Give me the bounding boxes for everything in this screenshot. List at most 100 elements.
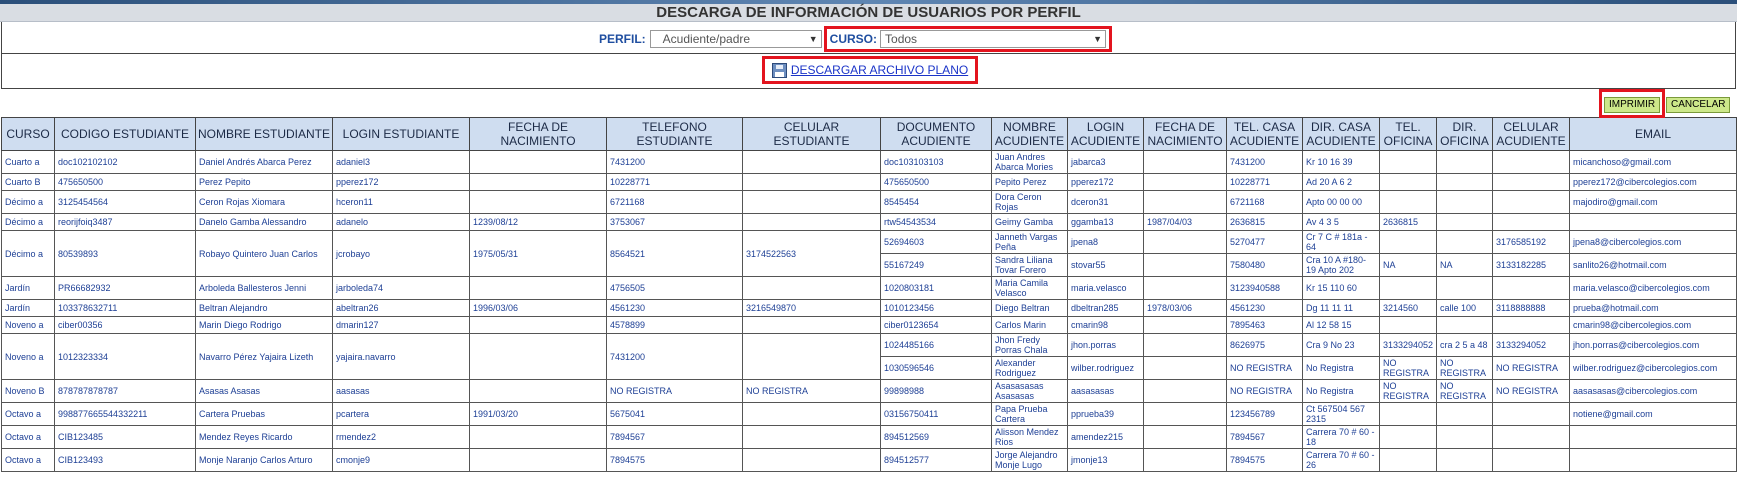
- cell-guardian-documento: 8545454: [880, 190, 992, 214]
- cell-guardian-tel_oficina: NA: [1379, 253, 1437, 277]
- cell-guardian-dir_oficina: [1436, 190, 1493, 214]
- cell-student-codigo: 475650500: [54, 173, 196, 191]
- cell-student-telefono: 10228771: [606, 173, 743, 191]
- cell-guardian-nombre: Geimy Gamba: [991, 213, 1068, 231]
- table-header-row: CURSO CODIGO ESTUDIANTE NOMBRE ESTUDIANT…: [1, 117, 1737, 151]
- cell-student-login: cmonje9: [332, 448, 470, 472]
- cell-guardian-email: pperez172@cibercolegios.com: [1569, 173, 1737, 191]
- cell-guardian-tel_casa: 123456789: [1226, 402, 1303, 426]
- cell-student-fecha: [469, 316, 607, 334]
- cell-guardian-nombre: Alexander Rodriguez: [991, 356, 1068, 380]
- cell-student-curso: Décimo a: [1, 190, 55, 214]
- header-dir-casa-acudiente: DIR. CASA ACUDIENTE: [1302, 117, 1380, 151]
- cell-student-codigo: ciber00356: [54, 316, 196, 334]
- table-row: Octavo a CIB123493 Monje Naranjo Carlos Ar…: [1, 448, 1737, 472]
- cell-student-login: jcrobayo: [332, 230, 470, 277]
- cell-student-celular: 3174522563: [742, 230, 881, 277]
- cell-guardian-nombre: Jhon Fredy Porras Chala: [991, 333, 1068, 357]
- header-login-acudiente: LOGIN ACUDIENTE: [1067, 117, 1144, 151]
- cell-guardian-fecha: [1143, 230, 1227, 254]
- header-celular-acudiente: CELULAR ACUDIENTE: [1492, 117, 1570, 151]
- cell-guardian-fecha: 1978/03/06: [1143, 299, 1227, 317]
- cell-guardian-fecha: [1143, 316, 1227, 334]
- cell-student-celular: [742, 213, 881, 231]
- cell-guardian-dir_casa: No Registra: [1302, 356, 1380, 380]
- cell-student-nombre: Arboleda Ballesteros Jenni: [195, 276, 333, 300]
- cell-guardian-tel_oficina: [1379, 276, 1437, 300]
- cell-student-celular: [742, 448, 881, 472]
- cell-guardian-dir_oficina: [1436, 402, 1493, 426]
- cell-student-codigo: 1012323334: [54, 333, 196, 380]
- cell-guardian-celular: [1492, 276, 1570, 300]
- table-row: Cuarto a doc102102102 Daniel Andrés Abarca…: [1, 150, 1737, 174]
- curso-select[interactable]: Todos ▼: [880, 30, 1107, 48]
- cell-guardian-login: pperez172: [1067, 173, 1144, 191]
- cell-guardian-celular: [1492, 425, 1570, 449]
- cell-guardian-dir_casa: Kr 10 16 39: [1302, 150, 1380, 174]
- cell-student-telefono: 7894567: [606, 425, 743, 449]
- cell-student-celular: [742, 316, 881, 334]
- cell-guardian-tel_casa: 7894567: [1226, 425, 1303, 449]
- cell-guardian-celular: 3176585192: [1492, 230, 1570, 254]
- cell-student-telefono: NO REGISTRA: [606, 379, 743, 403]
- perfil-select[interactable]: Acudiente/padre ▼: [649, 30, 822, 48]
- table-row: Décimo a reorijfoiq3487 Danelo Gamba Aless…: [1, 213, 1737, 231]
- cell-guardian-login: ggamba13: [1067, 213, 1144, 231]
- action-bar: IMPRIMIR CANCELAR: [1, 89, 1736, 118]
- cell-guardian-dir_casa: Carrera 70 # 60 - 18: [1302, 425, 1380, 449]
- cell-guardian-login: wilber.rodriguez: [1067, 356, 1144, 380]
- floppy-disk-icon[interactable]: [771, 62, 787, 78]
- header-telefono-estudiante: TELEFONO ESTUDIANTE: [606, 117, 743, 151]
- header-nombre-estudiante: NOMBRE ESTUDIANTE: [195, 117, 333, 151]
- cell-guardian-documento: 52694603: [880, 230, 992, 254]
- cell-guardian-email: jpena8@cibercolegios.com: [1569, 230, 1737, 254]
- cell-guardian-nombre: Juan Andres Abarca Mories: [991, 150, 1068, 174]
- cell-guardian-dir_casa: Carrera 70 # 60 - 26: [1302, 448, 1380, 472]
- cell-student-nombre: Cartera Pruebas: [195, 402, 333, 426]
- cell-student-curso: Jardín: [1, 276, 55, 300]
- cell-guardian-celular: NO REGISTRA: [1492, 379, 1570, 403]
- cell-guardian-email: maria.velasco@cibercolegios.com: [1569, 276, 1737, 300]
- cell-guardian-tel_oficina: NO REGISTRA: [1379, 356, 1437, 380]
- cancel-button[interactable]: CANCELAR: [1666, 97, 1731, 113]
- cell-guardian-dir_oficina: NO REGISTRA: [1436, 379, 1493, 403]
- download-plain-file-link[interactable]: DESCARGAR ARCHIVO PLANO: [791, 63, 968, 77]
- cell-guardian-login: jmonje13: [1067, 448, 1144, 472]
- cell-guardian-nombre: Asasasasas Asasasas: [991, 379, 1068, 403]
- cell-guardian-dir_casa: Ad 20 A 6 2: [1302, 173, 1380, 191]
- cell-guardian-fecha: [1143, 190, 1227, 214]
- header-tel-casa-acudiente: TEL. CASA ACUDIENTE: [1226, 117, 1303, 151]
- cell-guardian-tel_oficina: [1379, 230, 1437, 254]
- cell-student-fecha: [469, 276, 607, 300]
- cell-guardian-dir_oficina: calle 100: [1436, 299, 1493, 317]
- cell-student-curso: Jardín: [1, 299, 55, 317]
- cell-guardian-email: notiene@gmail.com: [1569, 402, 1737, 426]
- cell-guardian-tel_casa: 5270477: [1226, 230, 1303, 254]
- chevron-down-icon: ▼: [808, 34, 818, 44]
- curso-select-value: Todos: [885, 32, 918, 46]
- cell-student-curso: Noveno a: [1, 316, 55, 334]
- cell-student-codigo: 103378632711: [54, 299, 196, 317]
- cell-guardian-tel_oficina: [1379, 448, 1437, 472]
- cell-student-login: adanelo: [332, 213, 470, 231]
- cell-guardian-nombre: Pepito Perez: [991, 173, 1068, 191]
- cell-guardian-dir_casa: No Registra: [1302, 379, 1380, 403]
- cell-student-codigo: 80539893: [54, 230, 196, 277]
- cell-student-curso: Cuarto a: [1, 150, 55, 174]
- print-highlight: IMPRIMIR: [1599, 89, 1666, 118]
- cell-guardian-dir_casa: Ct 567504 567 2315: [1302, 402, 1380, 426]
- cell-student-telefono: 3753067: [606, 213, 743, 231]
- cell-guardian-documento: 1010123456: [880, 299, 992, 317]
- cell-student-fecha: [469, 448, 607, 472]
- print-button[interactable]: IMPRIMIR: [1604, 97, 1661, 113]
- cell-guardian-dir_oficina: [1436, 230, 1493, 254]
- header-email: EMAIL: [1569, 117, 1737, 151]
- cell-student-fecha: 1239/08/12: [469, 213, 607, 231]
- cell-student-login: dmarin127: [332, 316, 470, 334]
- table-row: Jardín 103378632711 Beltran Alejandro abelt…: [1, 299, 1737, 317]
- cell-guardian-fecha: [1143, 276, 1227, 300]
- header-tel-oficina: TEL. OFICINA: [1379, 117, 1437, 151]
- cell-student-telefono: 4756505: [606, 276, 743, 300]
- cell-guardian-tel_casa: 7894575: [1226, 448, 1303, 472]
- cell-student-celular: [742, 150, 881, 174]
